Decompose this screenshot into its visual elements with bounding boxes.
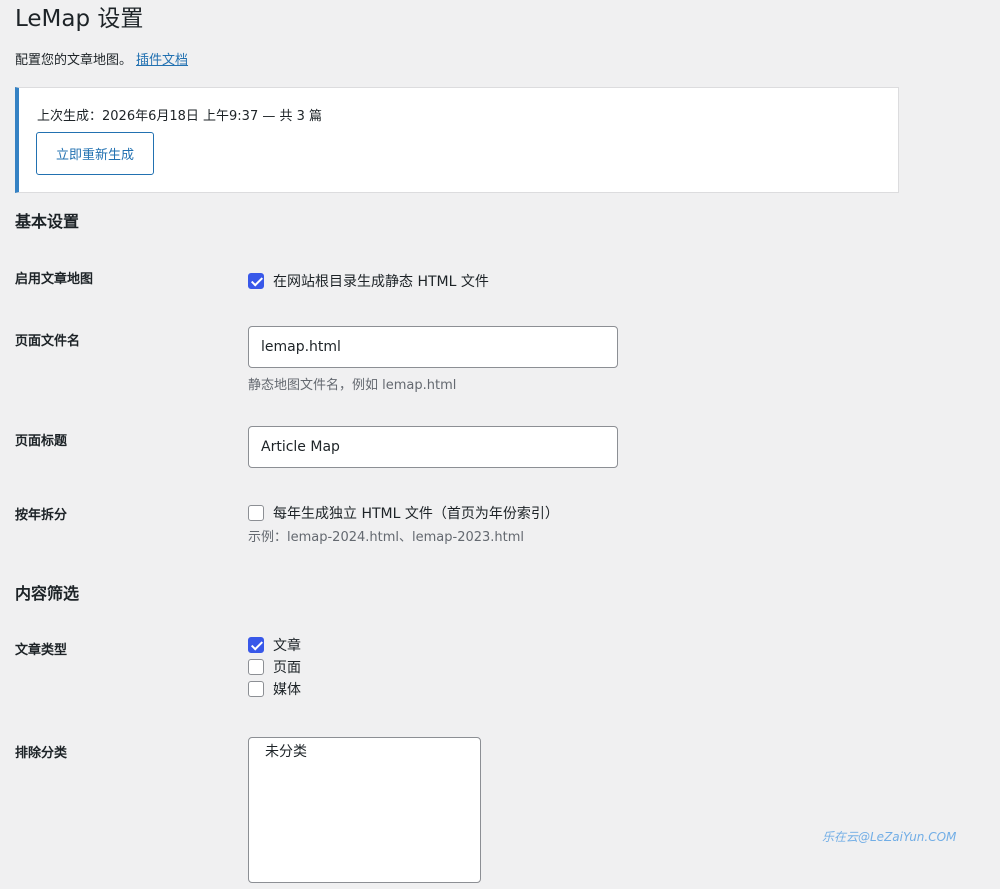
split-by-year-checkbox-row[interactable]: 每年生成独立 HTML 文件（首页为年份索引） (248, 502, 559, 524)
enable-checkbox[interactable] (248, 273, 264, 289)
page-title: LeMap 设置 (15, 6, 144, 32)
last-generated-status: 上次生成：2026年6月18日 上午9:37 — 共 3 篇 (37, 109, 323, 124)
category-option[interactable]: 未分类 (249, 742, 480, 762)
filename-input[interactable] (248, 326, 618, 368)
enable-checkbox-row[interactable]: 在网站根目录生成静态 HTML 文件 (248, 270, 489, 292)
enable-field: 在网站根目录生成静态 HTML 文件 (248, 270, 489, 292)
post-type-page-checkbox[interactable] (248, 659, 264, 675)
generation-notice: 上次生成：2026年6月18日 上午9:37 — 共 3 篇 立即重新生成 (15, 87, 899, 193)
filename-help: 静态地图文件名，例如 lemap.html (248, 378, 457, 393)
split-by-year-field: 每年生成独立 HTML 文件（首页为年份索引） 示例：lemap-2024.ht… (248, 502, 559, 547)
regenerate-button[interactable]: 立即重新生成 (36, 132, 154, 175)
enable-label: 启用文章地图 (15, 272, 94, 287)
split-by-year-checkbox[interactable] (248, 505, 264, 521)
split-by-year-checkbox-label: 每年生成独立 HTML 文件（首页为年份索引） (273, 506, 559, 522)
exclude-categories-select[interactable]: 未分类 (248, 737, 481, 883)
section-basic-settings: 基本设置 (15, 212, 80, 231)
post-type-media-checkbox[interactable] (248, 681, 264, 697)
post-type-page-label: 页面 (273, 660, 301, 676)
split-by-year-help: 示例：lemap-2024.html、lemap-2023.html (248, 530, 525, 545)
enable-checkbox-label: 在网站根目录生成静态 HTML 文件 (273, 274, 489, 290)
description-text: 配置您的文章地图。 (15, 53, 133, 68)
post-type-post-label: 文章 (273, 638, 301, 654)
post-type-option-page[interactable]: 页面 (248, 656, 301, 678)
post-type-option-media[interactable]: 媒体 (248, 678, 301, 700)
post-types-label: 文章类型 (15, 643, 68, 658)
settings-page: LeMap 设置 配置您的文章地图。 插件文档 上次生成：2026年6月18日 上… (0, 0, 1000, 889)
post-type-post-checkbox[interactable] (248, 637, 264, 653)
post-types-field: 文章 页面 媒体 (248, 634, 301, 700)
watermark-text: 乐在云@LeZaiYun.COM (822, 830, 957, 844)
filename-field: 静态地图文件名，例如 lemap.html (248, 326, 618, 395)
page-description: 配置您的文章地图。 插件文档 (15, 52, 188, 70)
page-title-label: 页面标题 (15, 434, 68, 449)
filename-label: 页面文件名 (15, 334, 81, 349)
section-content-filter: 内容筛选 (15, 584, 80, 603)
page-title-input[interactable] (248, 426, 618, 468)
split-by-year-label: 按年拆分 (15, 508, 68, 523)
exclude-categories-field: 未分类 (248, 737, 481, 883)
page-title-field (248, 426, 618, 468)
exclude-categories-label: 排除分类 (15, 746, 68, 761)
docs-link[interactable]: 插件文档 (136, 53, 188, 68)
post-type-media-label: 媒体 (273, 682, 301, 698)
post-type-option-post[interactable]: 文章 (248, 634, 301, 656)
